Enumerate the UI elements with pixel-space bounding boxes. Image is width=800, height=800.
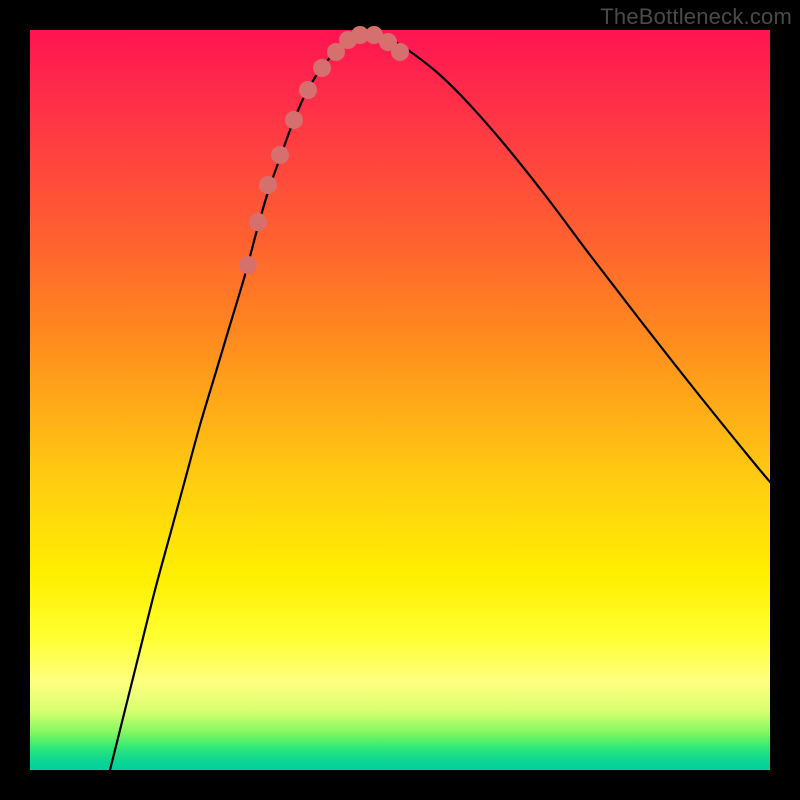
marker-dot [249, 213, 267, 231]
plot-area [30, 30, 770, 770]
marker-dot [285, 111, 303, 129]
marker-dot [271, 146, 289, 164]
highlight-markers [239, 26, 409, 274]
bottleneck-curve [110, 34, 770, 770]
watermark-text: TheBottleneck.com [600, 4, 792, 30]
marker-dot [313, 59, 331, 77]
marker-dot [259, 176, 277, 194]
marker-dot [239, 256, 257, 274]
chart-frame: TheBottleneck.com [0, 0, 800, 800]
marker-dot [391, 43, 409, 61]
marker-dot [299, 81, 317, 99]
curve-svg [30, 30, 770, 770]
